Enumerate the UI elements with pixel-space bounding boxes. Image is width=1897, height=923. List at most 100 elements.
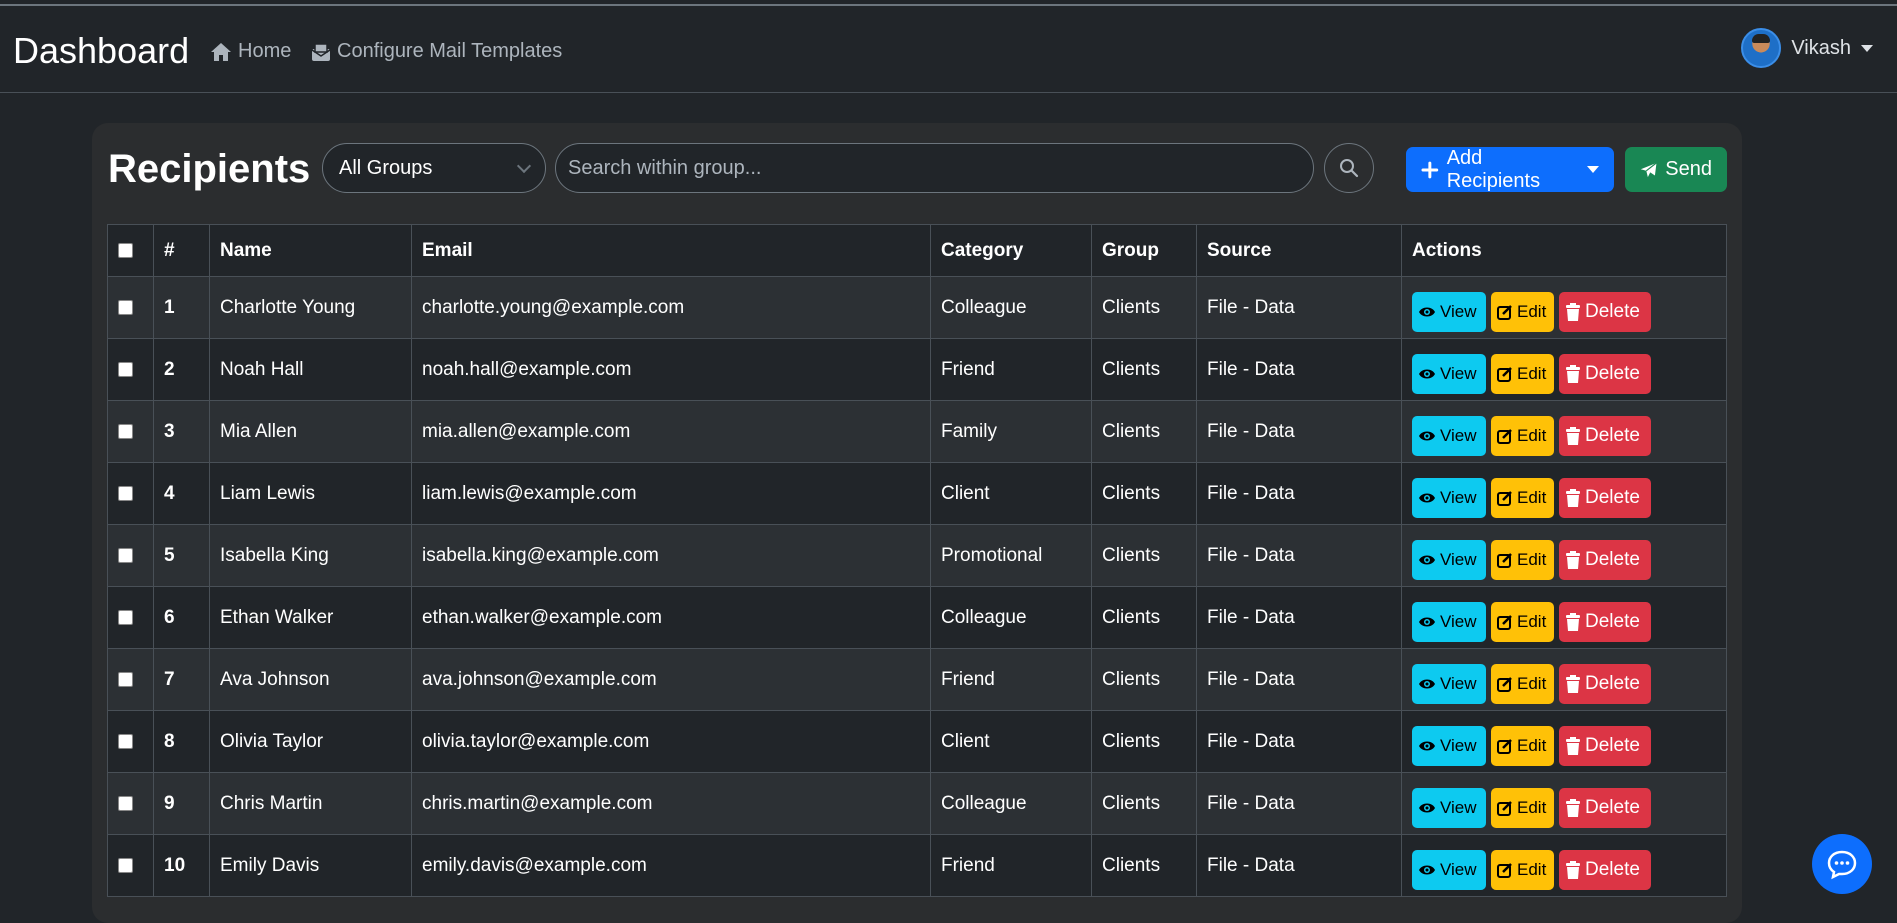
view-label: View	[1440, 301, 1477, 321]
edit-icon	[1497, 676, 1512, 692]
eye-icon	[1419, 865, 1435, 874]
edit-button[interactable]: Edit	[1491, 539, 1554, 580]
row-checkbox[interactable]	[118, 795, 133, 811]
header-source: Source	[1196, 224, 1402, 277]
table-row[interactable]: 2 Noah Hall noah.hall@example.com Friend Cli…	[107, 338, 1727, 401]
row-checkbox[interactable]	[118, 485, 133, 501]
edit-button[interactable]: Edit	[1491, 415, 1554, 456]
eye-icon	[1419, 679, 1435, 688]
edit-icon	[1497, 800, 1512, 816]
delete-button[interactable]: Delete	[1559, 415, 1651, 456]
delete-button[interactable]: Delete	[1559, 291, 1651, 332]
select-all-checkbox[interactable]	[118, 242, 133, 258]
edit-button[interactable]: Edit	[1491, 601, 1554, 642]
row-checkbox[interactable]	[118, 671, 133, 687]
chat-button[interactable]	[1812, 834, 1872, 894]
user-menu[interactable]: Vikash	[1741, 28, 1873, 68]
row-checkbox[interactable]	[118, 733, 133, 749]
row-source: File - Data	[1196, 586, 1402, 649]
row-checkbox[interactable]	[118, 609, 133, 625]
table-row[interactable]: 3 Mia Allen mia.allen@example.com Family Cli…	[107, 400, 1727, 463]
delete-button[interactable]: Delete	[1559, 353, 1651, 394]
edit-button[interactable]: Edit	[1491, 849, 1554, 890]
chat-bubble-icon	[1827, 850, 1857, 880]
row-source: File - Data	[1196, 710, 1402, 773]
delete-label: Delete	[1585, 486, 1640, 508]
edit-button[interactable]: Edit	[1491, 291, 1554, 332]
edit-button[interactable]: Edit	[1491, 787, 1554, 828]
table-row[interactable]: 4 Liam Lewis liam.lewis@example.com Client C…	[107, 462, 1727, 525]
trash-icon	[1566, 798, 1580, 817]
caret-down-icon	[1587, 166, 1599, 173]
row-number: 4	[153, 462, 210, 525]
view-button[interactable]: View	[1412, 539, 1486, 580]
row-select-cell	[107, 710, 154, 773]
delete-button[interactable]: Delete	[1559, 601, 1651, 642]
row-category: Colleague	[930, 772, 1092, 835]
row-checkbox[interactable]	[118, 299, 133, 315]
view-button[interactable]: View	[1412, 477, 1486, 518]
nav-link-home[interactable]: Home	[210, 40, 291, 63]
row-actions: View Edit Delete	[1401, 710, 1727, 773]
edit-icon	[1497, 428, 1512, 444]
table-row[interactable]: 6 Ethan Walker ethan.walker@example.com Col…	[107, 586, 1727, 649]
view-button[interactable]: View	[1412, 353, 1486, 394]
eye-icon	[1419, 555, 1435, 564]
delete-button[interactable]: Delete	[1559, 539, 1651, 580]
table-row[interactable]: 7 Ava Johnson ava.johnson@example.com Frien…	[107, 648, 1727, 711]
row-actions: View Edit Delete	[1401, 276, 1727, 339]
row-checkbox[interactable]	[118, 857, 133, 873]
header-num: #	[153, 224, 210, 277]
delete-button[interactable]: Delete	[1559, 477, 1651, 518]
edit-button[interactable]: Edit	[1491, 477, 1554, 518]
group-select[interactable]: All Groups	[322, 143, 546, 193]
edit-button[interactable]: Edit	[1491, 663, 1554, 704]
row-checkbox[interactable]	[118, 423, 133, 439]
search-button[interactable]	[1324, 143, 1374, 193]
row-source: File - Data	[1196, 276, 1402, 339]
view-label: View	[1440, 549, 1477, 569]
table-row[interactable]: 8 Olivia Taylor olivia.taylor@example.com C…	[107, 710, 1727, 773]
row-group: Clients	[1091, 524, 1197, 587]
delete-button[interactable]: Delete	[1559, 663, 1651, 704]
row-category: Friend	[930, 338, 1092, 401]
edit-label: Edit	[1517, 611, 1547, 631]
table-row[interactable]: 1 Charlotte Young charlotte.young@example.…	[107, 276, 1727, 339]
row-category: Client	[930, 462, 1092, 525]
send-button[interactable]: Send	[1625, 147, 1727, 192]
top-navbar: Dashboard Home Configure Mail Templates …	[0, 6, 1897, 93]
view-button[interactable]: View	[1412, 601, 1486, 642]
edit-button[interactable]: Edit	[1491, 725, 1554, 766]
table-row[interactable]: 5 Isabella King isabella.king@example.com P…	[107, 524, 1727, 587]
row-group: Clients	[1091, 710, 1197, 773]
row-select-cell	[107, 586, 154, 649]
view-button[interactable]: View	[1412, 849, 1486, 890]
view-button[interactable]: View	[1412, 663, 1486, 704]
row-checkbox[interactable]	[118, 547, 133, 563]
home-icon	[211, 42, 231, 61]
table-row[interactable]: 10 Emily Davis emily.davis@example.com Frie…	[107, 834, 1727, 897]
edit-icon	[1497, 862, 1512, 878]
view-button[interactable]: View	[1412, 415, 1486, 456]
header-group: Group	[1091, 224, 1197, 277]
delete-label: Delete	[1585, 672, 1640, 694]
brand-title[interactable]: Dashboard	[13, 30, 189, 72]
delete-button[interactable]: Delete	[1559, 725, 1651, 766]
view-button[interactable]: View	[1412, 291, 1486, 332]
row-checkbox[interactable]	[118, 361, 133, 377]
view-button[interactable]: View	[1412, 725, 1486, 766]
row-source: File - Data	[1196, 400, 1402, 463]
header-category: Category	[930, 224, 1092, 277]
add-recipients-button[interactable]: Add Recipients	[1406, 147, 1614, 192]
view-button[interactable]: View	[1412, 787, 1486, 828]
row-number: 7	[153, 648, 210, 711]
row-email: isabella.king@example.com	[411, 524, 931, 587]
table-row[interactable]: 9 Chris Martin chris.martin@example.com Col…	[107, 772, 1727, 835]
row-email: mia.allen@example.com	[411, 400, 931, 463]
delete-button[interactable]: Delete	[1559, 787, 1651, 828]
nav-link-configure-mail-templates[interactable]: Configure Mail Templates	[311, 40, 562, 63]
search-input[interactable]	[555, 143, 1314, 193]
edit-button[interactable]: Edit	[1491, 353, 1554, 394]
delete-button[interactable]: Delete	[1559, 849, 1651, 890]
row-email: liam.lewis@example.com	[411, 462, 931, 525]
